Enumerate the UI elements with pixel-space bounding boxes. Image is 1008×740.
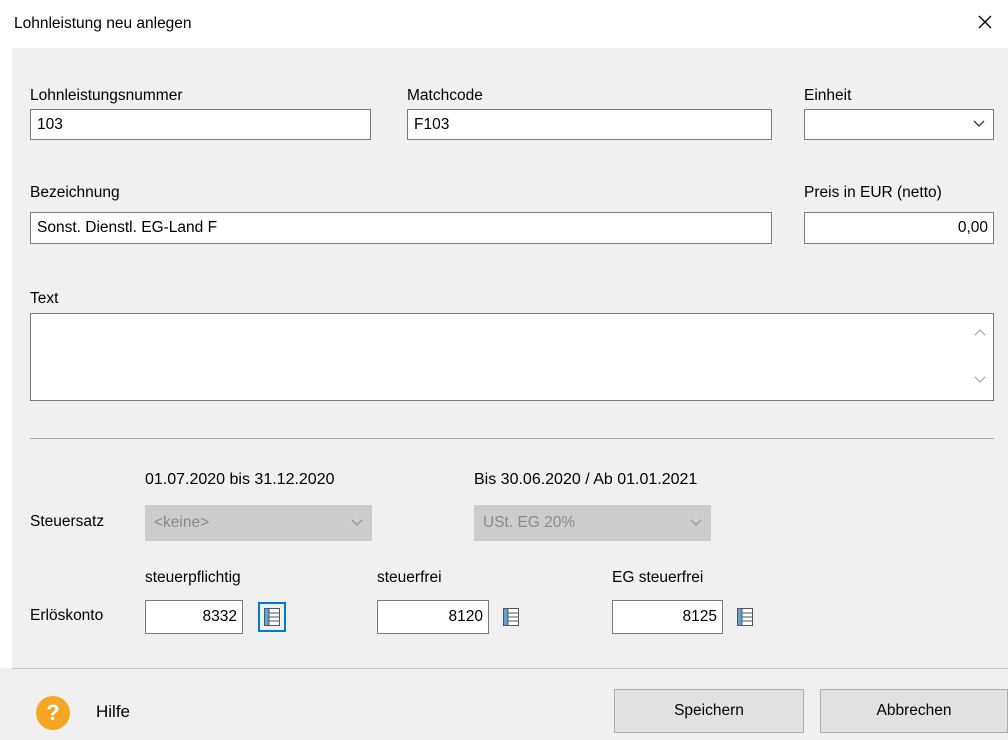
taxable-account-input[interactable] — [145, 600, 243, 634]
chevron-down-icon — [351, 519, 363, 526]
lohnleistungsnummer-label: Lohnleistungsnummer — [30, 87, 183, 104]
lohnleistungsnummer-input[interactable] — [30, 109, 371, 140]
period2-label: Bis 30.06.2020 / Ab 01.01.2021 — [474, 471, 698, 488]
steuersatz-period1-select: <keine> — [145, 505, 372, 541]
steuersatz-label: Steuersatz — [30, 513, 105, 530]
help-icon[interactable]: ? — [36, 696, 70, 730]
separator — [30, 438, 994, 439]
steuersatz-period2-value: USt. EG 20% — [483, 514, 576, 531]
table-lookup-icon — [264, 608, 280, 626]
table-lookup-icon — [503, 608, 519, 626]
chevron-down-icon — [973, 120, 985, 127]
taxfree-label: steuerfrei — [377, 569, 442, 586]
steuersatz-period2-select: USt. EG 20% — [474, 505, 711, 541]
bezeichnung-input[interactable] — [30, 212, 772, 244]
einheit-select[interactable] — [804, 109, 994, 140]
eu-taxfree-label: EG steuerfrei — [612, 569, 704, 586]
text-label: Text — [30, 290, 59, 307]
eu-taxfree-account-input[interactable] — [612, 600, 723, 634]
eu-taxfree-account-lookup-button[interactable] — [731, 602, 759, 632]
taxable-label: steuerpflichtig — [145, 569, 241, 586]
window-title: Lohnleistung neu anlegen — [14, 15, 192, 32]
taxfree-account-input[interactable] — [377, 600, 489, 634]
close-button[interactable] — [962, 0, 1008, 44]
erloeskonto-label: Erlöskonto — [30, 607, 104, 624]
preis-input[interactable] — [804, 212, 994, 244]
scroll-down-icon[interactable] — [974, 376, 986, 384]
taxfree-account-lookup-button[interactable] — [497, 602, 525, 632]
save-button[interactable]: Speichern — [614, 689, 804, 733]
steuersatz-period1-value: <keine> — [154, 514, 210, 531]
taxable-account-lookup-button[interactable] — [258, 602, 286, 632]
preis-label: Preis in EUR (netto) — [804, 184, 942, 201]
period1-label: 01.07.2020 bis 31.12.2020 — [145, 471, 335, 488]
table-lookup-icon — [737, 608, 753, 626]
einheit-label: Einheit — [804, 87, 852, 104]
help-link[interactable]: Hilfe — [96, 702, 130, 722]
scroll-up-icon[interactable] — [974, 328, 986, 336]
help-icon-glyph: ? — [46, 700, 60, 725]
text-area[interactable] — [30, 313, 994, 401]
chevron-down-icon — [690, 519, 702, 526]
matchcode-label: Matchcode — [407, 87, 483, 104]
cancel-button[interactable]: Abbrechen — [820, 689, 1008, 733]
matchcode-input[interactable] — [407, 109, 772, 140]
bezeichnung-label: Bezeichnung — [30, 184, 120, 201]
title-bar: Lohnleistung neu anlegen — [0, 0, 1008, 48]
footer-divider — [12, 668, 1008, 669]
close-icon — [978, 15, 992, 29]
